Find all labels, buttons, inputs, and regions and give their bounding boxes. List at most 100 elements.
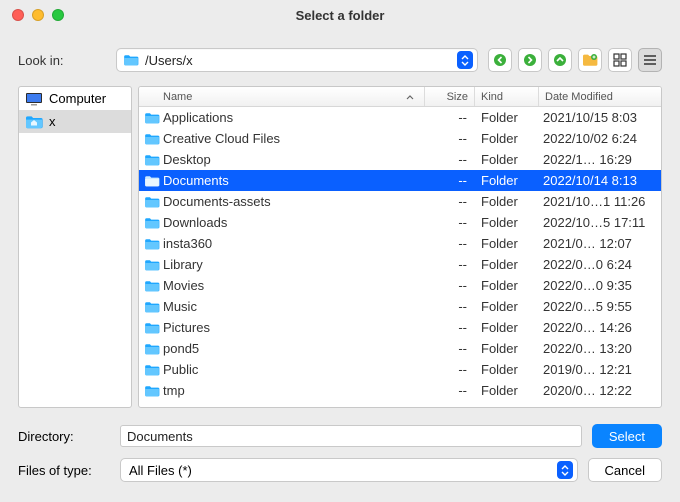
folder-icon [141,133,163,145]
file-row[interactable]: tmp--Folder2020/0… 12:22 [139,380,661,401]
file-name: tmp [163,383,425,398]
folder-icon [141,322,163,334]
col-kind-header[interactable]: Kind [475,87,539,106]
file-row[interactable]: Documents--Folder2022/10/14 8:13 [139,170,661,191]
parent-folder-button[interactable] [548,48,572,72]
file-row[interactable]: Downloads--Folder2022/10…5 17:11 [139,212,661,233]
file-size: -- [425,131,475,146]
window-controls [0,9,64,21]
folder-icon [141,154,163,166]
file-name: Library [163,257,425,272]
zoom-window-button[interactable] [52,9,64,21]
forward-button[interactable] [518,48,542,72]
file-row[interactable]: Music--Folder2022/0…5 9:55 [139,296,661,317]
file-row[interactable]: pond5--Folder2022/0… 13:20 [139,338,661,359]
file-kind: Folder [475,131,539,146]
file-size: -- [425,362,475,377]
file-row[interactable]: Public--Folder2019/0… 12:21 [139,359,661,380]
file-date: 2022/0… 13:20 [539,341,661,356]
file-row[interactable]: Movies--Folder2022/0…0 9:35 [139,275,661,296]
file-kind: Folder [475,152,539,167]
file-size: -- [425,257,475,272]
col-date-header[interactable]: Date Modified [539,87,661,106]
file-name: Documents [163,173,425,188]
cancel-button[interactable]: Cancel [588,458,662,482]
file-size: -- [425,299,475,314]
col-kind-label: Kind [481,91,503,103]
lookin-row: Look in: /Users/x [0,40,680,80]
sidebar-item-x[interactable]: x [19,110,131,133]
file-size: -- [425,215,475,230]
file-size: -- [425,194,475,209]
sidebar-item-label: x [49,114,56,129]
file-date: 2022/10/02 6:24 [539,131,661,146]
file-kind: Folder [475,341,539,356]
file-size: -- [425,383,475,398]
file-row[interactable]: Desktop--Folder2022/1… 16:29 [139,149,661,170]
col-name-header[interactable]: Name [139,87,425,106]
file-kind: Folder [475,236,539,251]
file-name: Movies [163,278,425,293]
folder-icon [141,196,163,208]
file-name: Creative Cloud Files [163,131,425,146]
file-rows: Applications--Folder2021/10/15 8:03Creat… [139,107,661,407]
window-title: Select a folder [0,8,680,23]
back-button[interactable] [488,48,512,72]
file-row[interactable]: insta360--Folder2021/0… 12:07 [139,233,661,254]
home-folder-icon [25,115,43,129]
monitor-icon [25,92,43,106]
file-date: 2021/10…1 11:26 [539,194,661,209]
icon-view-button[interactable] [608,48,632,72]
new-folder-button[interactable] [578,48,602,72]
file-size: -- [425,152,475,167]
list-view-button[interactable] [638,48,662,72]
file-date: 2021/10/15 8:03 [539,110,661,125]
file-row[interactable]: Documents-assets--Folder2021/10…1 11:26 [139,191,661,212]
folder-icon [123,54,139,66]
sidebar: Computer x [18,86,132,408]
file-size: -- [425,278,475,293]
main-area: Computer x Name Size Kind Date Modified A… [0,86,680,408]
col-size-label: Size [447,91,468,103]
file-size: -- [425,320,475,335]
titlebar: Select a folder [0,0,680,30]
file-type-stepper [557,461,573,479]
file-size: -- [425,173,475,188]
folder-icon [141,112,163,124]
file-row[interactable]: Pictures--Folder2022/0… 14:26 [139,317,661,338]
file-row[interactable]: Applications--Folder2021/10/15 8:03 [139,107,661,128]
minimize-window-button[interactable] [32,9,44,21]
path-stepper[interactable] [457,51,473,69]
file-date: 2020/0… 12:22 [539,383,661,398]
file-row[interactable]: Creative Cloud Files--Folder2022/10/02 6… [139,128,661,149]
column-headers: Name Size Kind Date Modified [139,87,661,107]
file-kind: Folder [475,383,539,398]
file-name: Documents-assets [163,194,425,209]
directory-input[interactable] [120,425,582,447]
folder-icon [141,259,163,271]
sidebar-item-computer[interactable]: Computer [19,87,131,110]
file-kind: Folder [475,278,539,293]
lookin-path-select[interactable]: /Users/x [116,48,478,72]
folder-icon [141,175,163,187]
file-type-select[interactable]: All Files (*) [120,458,578,482]
select-button[interactable]: Select [592,424,662,448]
col-size-header[interactable]: Size [425,87,475,106]
file-name: Music [163,299,425,314]
folder-icon [141,385,163,397]
file-name: Desktop [163,152,425,167]
folder-icon [141,343,163,355]
folder-icon [141,280,163,292]
file-row[interactable]: Library--Folder2022/0…0 6:24 [139,254,661,275]
col-name-label: Name [163,91,192,103]
file-date: 2022/10…5 17:11 [539,215,661,230]
file-date: 2022/1… 16:29 [539,152,661,167]
file-list: Name Size Kind Date Modified Application… [138,86,662,408]
close-window-button[interactable] [12,9,24,21]
folder-icon [141,238,163,250]
file-name: pond5 [163,341,425,356]
lookin-label: Look in: [18,53,116,68]
sidebar-item-label: Computer [49,91,106,106]
file-kind: Folder [475,173,539,188]
file-kind: Folder [475,299,539,314]
